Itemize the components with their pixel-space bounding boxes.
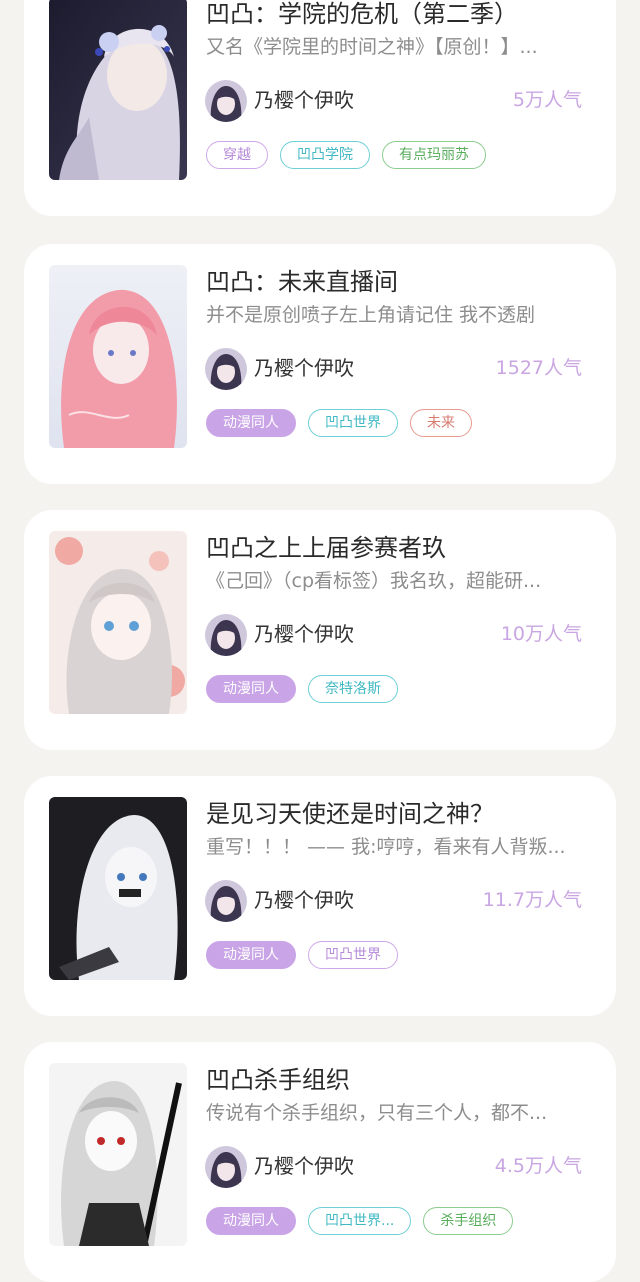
book-card[interactable]: 凹凸：学院的危机（第二季） 又名《学院里的时间之神》【原创！】... 乃樱个伊吹… — [24, 0, 616, 216]
popularity-count: 1527人气 — [495, 357, 582, 379]
tag[interactable]: 杀手组织 — [423, 1207, 514, 1235]
book-description: 《己回》（cp看标签）我名玖，超能研... — [206, 570, 542, 592]
tag[interactable]: 凹凸世界... — [308, 1207, 412, 1235]
author-avatar[interactable] — [205, 80, 247, 122]
book-cover-image[interactable] — [49, 531, 187, 714]
book-card[interactable]: 凹凸杀手组织 传说有个杀手组织，只有三个人，都不... 乃樱个伊吹 4.5万人气… — [24, 1042, 616, 1282]
book-title[interactable]: 凹凸之上上届参赛者玖 — [206, 530, 606, 566]
author-avatar[interactable] — [205, 348, 247, 390]
tag[interactable]: 动漫同人 — [206, 675, 296, 703]
author-name[interactable]: 乃樱个伊吹 — [254, 352, 354, 384]
author-avatar[interactable] — [205, 880, 247, 922]
author-name[interactable]: 乃樱个伊吹 — [254, 618, 354, 650]
author-name[interactable]: 乃樱个伊吹 — [254, 1150, 354, 1182]
author-name[interactable]: 乃樱个伊吹 — [254, 884, 354, 916]
popularity-count: 11.7万人气 — [482, 889, 582, 911]
author-avatar[interactable] — [205, 614, 247, 656]
book-cover-image[interactable] — [49, 265, 187, 448]
book-description: 重写！！！ —— 我:哼哼，看来有人背叛... — [206, 836, 566, 858]
tag-list: 动漫同人 凹凸世界 — [206, 941, 398, 969]
tag[interactable]: 动漫同人 — [206, 941, 296, 969]
tag-list: 动漫同人 奈特洛斯 — [206, 675, 398, 703]
book-cover-image[interactable] — [49, 0, 187, 180]
author-name[interactable]: 乃樱个伊吹 — [254, 84, 354, 116]
book-title[interactable]: 是见习天使还是时间之神？ — [206, 796, 606, 832]
tag-list: 穿越 凹凸学院 有点玛丽苏 — [206, 141, 486, 169]
book-cover-image[interactable] — [49, 797, 187, 980]
book-card[interactable]: 凹凸：未来直播间 并不是原创喷子左上角请记住 我不透剧 乃樱个伊吹 1527人气… — [24, 244, 616, 484]
tag[interactable]: 凹凸学院 — [280, 141, 370, 169]
tag[interactable]: 奈特洛斯 — [308, 675, 398, 703]
tag[interactable]: 未来 — [410, 409, 472, 437]
author-avatar[interactable] — [205, 1146, 247, 1188]
book-title[interactable]: 凹凸：学院的危机（第二季） — [206, 0, 606, 32]
tag[interactable]: 凹凸世界 — [308, 941, 398, 969]
book-title[interactable]: 凹凸杀手组织 — [206, 1062, 606, 1098]
book-card[interactable]: 是见习天使还是时间之神？ 重写！！！ —— 我:哼哼，看来有人背叛... 乃樱个… — [24, 776, 616, 1016]
tag-list: 动漫同人 凹凸世界... 杀手组织 — [206, 1207, 514, 1235]
popularity-count: 4.5万人气 — [494, 1155, 582, 1177]
book-description: 又名《学院里的时间之神》【原创！】... — [206, 36, 538, 58]
tag-list: 动漫同人 凹凸世界 未来 — [206, 409, 472, 437]
book-description: 传说有个杀手组织，只有三个人，都不... — [206, 1102, 548, 1124]
book-description: 并不是原创喷子左上角请记住 我不透剧 — [206, 304, 536, 326]
tag[interactable]: 有点玛丽苏 — [382, 141, 486, 169]
popularity-count: 10万人气 — [500, 623, 582, 645]
tag[interactable]: 动漫同人 — [206, 1207, 296, 1235]
tag[interactable]: 穿越 — [206, 141, 268, 169]
book-card[interactable]: 凹凸之上上届参赛者玖 《己回》（cp看标签）我名玖，超能研... 乃樱个伊吹 1… — [24, 510, 616, 750]
popularity-count: 5万人气 — [512, 89, 582, 111]
tag[interactable]: 凹凸世界 — [308, 409, 398, 437]
book-title[interactable]: 凹凸：未来直播间 — [206, 264, 606, 300]
book-cover-image[interactable] — [49, 1063, 187, 1246]
tag[interactable]: 动漫同人 — [206, 409, 296, 437]
